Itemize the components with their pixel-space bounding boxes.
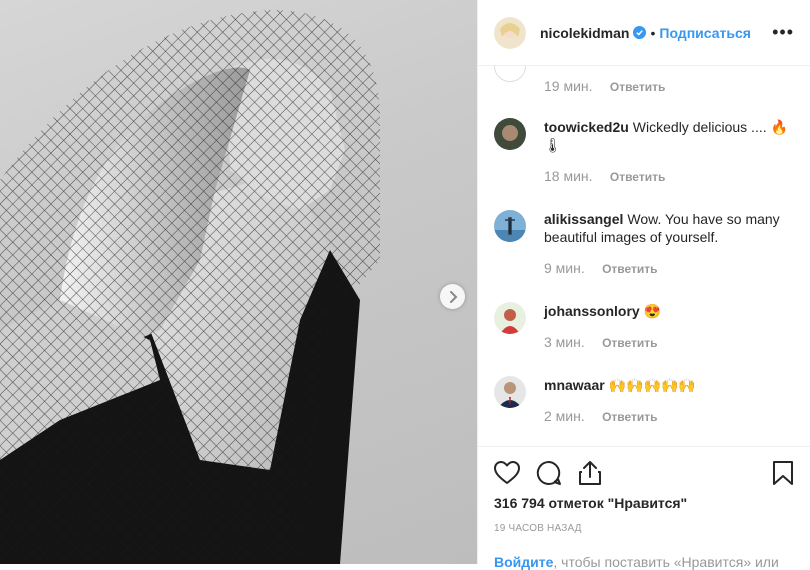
comment-time[interactable]: 19 мин.	[544, 78, 593, 94]
follow-button[interactable]: Подписаться	[659, 25, 751, 41]
comment-body: alikissangel Wow. You have so many beauti…	[544, 210, 794, 246]
reply-button[interactable]: Ответить	[602, 336, 657, 350]
reply-button[interactable]: Ответить	[610, 80, 665, 94]
login-prompt: Войдите, чтобы поставить «Нравится» или	[494, 554, 779, 570]
instagram-post-modal: nicolekidman • Подписаться ••• 19 мин. О…	[0, 0, 810, 570]
comment-item: mnawaar 🙌🙌🙌🙌🙌 2 мин. Ответить	[494, 376, 794, 424]
post-timestamp[interactable]: 19 ЧАСОВ НАЗАД	[494, 523, 794, 534]
likes-count[interactable]: 316 794 отметок "Нравится"	[494, 495, 794, 511]
comment-time[interactable]: 3 мин.	[544, 334, 585, 350]
comment-meta: 3 мин. Ответить	[544, 334, 794, 350]
reply-button[interactable]: Ответить	[610, 170, 665, 184]
post-header: nicolekidman • Подписаться •••	[478, 0, 810, 66]
avatar-image	[494, 16, 526, 49]
more-options-icon[interactable]: •••	[772, 22, 794, 43]
comment-meta: 19 мин. Ответить	[544, 78, 794, 94]
author-username[interactable]: nicolekidman	[540, 25, 629, 41]
login-link[interactable]: Войдите	[494, 554, 553, 570]
verified-badge-icon	[633, 26, 647, 39]
photo-illustration	[0, 10, 380, 564]
comment-text: 😍	[643, 303, 662, 319]
login-prompt-text: , чтобы поставить «Нравится» или	[553, 554, 779, 570]
comment-username[interactable]: johanssonlory	[544, 303, 640, 319]
comments-list: 19 мин. Ответить toowicked2u Wickedly del…	[478, 66, 810, 446]
comment-body: mnawaar 🙌🙌🙌🙌🙌	[544, 376, 794, 394]
comment-meta: 9 мин. Ответить	[544, 260, 794, 276]
post-photo[interactable]	[0, 0, 477, 564]
post-panel: nicolekidman • Подписаться ••• 19 мин. О…	[477, 0, 810, 570]
comment-meta: 2 мин. Ответить	[544, 408, 794, 424]
post-actions: 316 794 отметок "Нравится" 19 ЧАСОВ НАЗА…	[478, 446, 810, 534]
comment-time[interactable]: 18 мин.	[544, 168, 593, 184]
comment-username[interactable]: alikissangel	[544, 211, 623, 227]
comment-avatar[interactable]	[494, 210, 526, 242]
avatar-image	[494, 376, 526, 408]
comment-avatar[interactable]	[494, 376, 526, 408]
reply-button[interactable]: Ответить	[602, 410, 657, 424]
comment-item: toowicked2u Wickedly delicious .... 🔥 🌡 1…	[494, 118, 794, 184]
reply-button[interactable]: Ответить	[602, 262, 657, 276]
avatar-image	[494, 118, 526, 150]
comment-item: 19 мин. Ответить	[494, 66, 794, 94]
bookmark-save-icon[interactable]	[772, 460, 794, 486]
chevron-right-icon	[449, 290, 457, 303]
comment-time[interactable]: 9 мин.	[544, 260, 585, 276]
comment-meta: 18 мин. Ответить	[544, 168, 794, 184]
comment-text: 🙌🙌🙌🙌🙌	[608, 377, 696, 393]
action-icons	[494, 447, 794, 499]
comment-body: toowicked2u Wickedly delicious .... 🔥 🌡	[544, 118, 794, 154]
avatar-image	[494, 210, 526, 242]
comment-avatar[interactable]	[494, 118, 526, 150]
like-heart-icon[interactable]	[494, 461, 520, 485]
avatar-image	[494, 302, 526, 334]
comment-time[interactable]: 2 мин.	[544, 408, 585, 424]
comment-body: johanssonlory 😍	[544, 302, 794, 320]
comment-bubble-icon[interactable]	[536, 460, 562, 486]
author-avatar[interactable]	[494, 16, 526, 49]
comment-username[interactable]: mnawaar	[544, 377, 605, 393]
comment-username[interactable]: toowicked2u	[544, 119, 629, 135]
next-image-button[interactable]	[440, 284, 465, 309]
comment-avatar[interactable]	[494, 66, 526, 82]
separator-dot: •	[650, 24, 656, 41]
comment-item: alikissangel Wow. You have so many beauti…	[494, 210, 794, 276]
comment-avatar[interactable]	[494, 302, 526, 334]
comment-item: johanssonlory 😍 3 мин. Ответить	[494, 302, 794, 350]
share-icon[interactable]	[578, 460, 602, 486]
